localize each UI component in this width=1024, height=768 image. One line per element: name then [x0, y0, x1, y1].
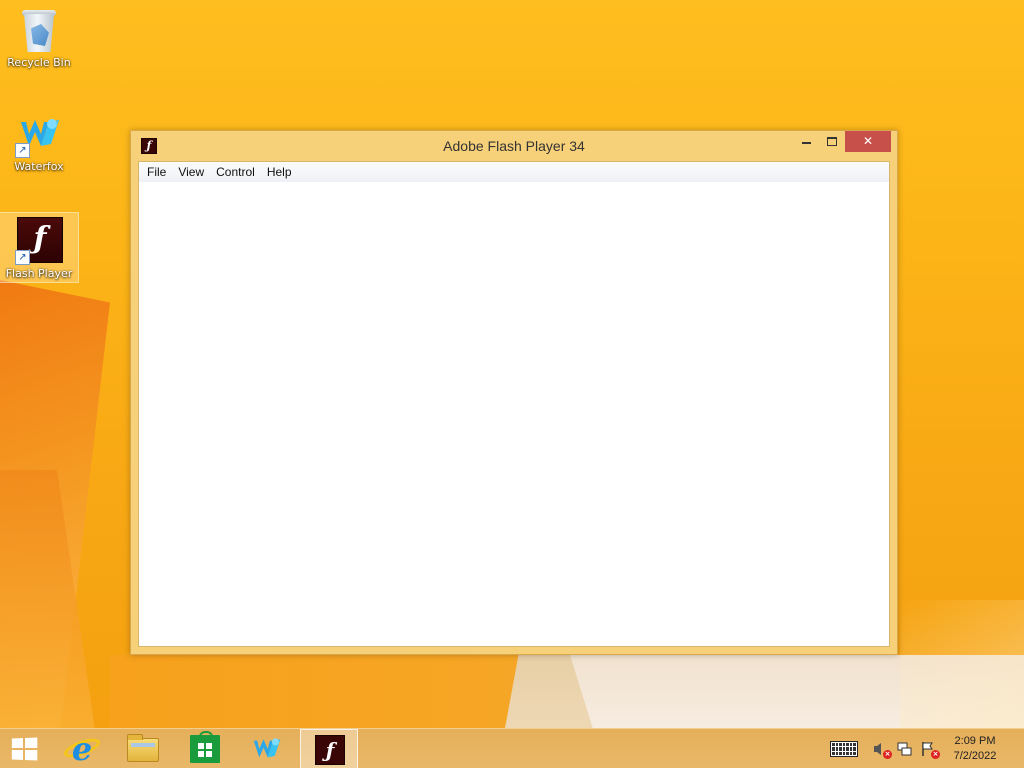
maximize-button[interactable]: [819, 131, 845, 152]
action-center-icon[interactable]: ×: [920, 741, 940, 759]
windows-logo-icon: [11, 737, 38, 761]
network-icon[interactable]: [896, 741, 914, 757]
taskbar-internet-explorer[interactable]: e: [52, 729, 110, 768]
desktop-icon-recycle-bin[interactable]: Recycle Bin: [0, 6, 78, 69]
close-icon: ✕: [862, 134, 874, 148]
clock[interactable]: 2:09 PM 7/2/2022: [940, 734, 1010, 764]
desktop-icon-flash-player[interactable]: ƒ ↗ Flash Player: [0, 212, 79, 283]
start-button[interactable]: [0, 729, 48, 768]
desktop-icon-label: Flash Player: [5, 267, 73, 280]
keyboard-icon[interactable]: [830, 741, 858, 757]
folder-icon: [127, 734, 159, 762]
taskbar-flash-player[interactable]: ƒ: [300, 729, 358, 768]
waterfox-icon: [253, 738, 281, 758]
menu-bar: File View Control Help: [139, 162, 889, 182]
menu-control[interactable]: Control: [210, 163, 261, 181]
minimize-icon: [801, 141, 811, 144]
menu-help[interactable]: Help: [261, 163, 298, 181]
desktop-icon-label: Recycle Bin: [7, 56, 71, 69]
wallpaper-fold-shadow: [0, 470, 95, 730]
desktop-icon-waterfox[interactable]: ↗ Waterfox: [0, 110, 78, 173]
flash-icon: ƒ: [315, 735, 345, 765]
wallpaper-bottom-mid: [505, 655, 595, 728]
taskbar-waterfox[interactable]: [238, 729, 296, 768]
window-title: Adobe Flash Player 34: [443, 138, 585, 154]
desktop[interactable]: Recycle Bin ↗ Waterfox ƒ ↗ Flash Player …: [0, 0, 1024, 768]
menu-file[interactable]: File: [141, 163, 172, 181]
wallpaper-glow: [900, 600, 1024, 728]
taskbar-store[interactable]: [176, 729, 234, 768]
desktop-icon-label: Waterfox: [14, 160, 64, 173]
wallpaper-bottom-band: [110, 655, 1024, 728]
recycle-bin-icon: [15, 6, 63, 54]
waterfox-icon: ↗: [15, 110, 63, 158]
shortcut-arrow-icon: ↗: [15, 250, 30, 265]
flash-player-window[interactable]: ƒ Adobe Flash Player 34 ✕ File View Cont…: [130, 130, 898, 655]
internet-explorer-icon: e: [71, 730, 93, 768]
volume-muted-icon[interactable]: ×: [872, 741, 892, 759]
player-content-area[interactable]: File View Control Help: [138, 161, 890, 647]
wallpaper-fold: [0, 280, 110, 730]
minimize-button[interactable]: [793, 131, 819, 152]
store-icon: [190, 731, 220, 763]
flash-player-icon: ƒ ↗: [15, 217, 63, 265]
taskbar-file-explorer[interactable]: [114, 729, 172, 768]
clock-date: 7/2/2022: [953, 750, 997, 762]
wallpaper-bottom-light: [570, 655, 1024, 728]
close-button[interactable]: ✕: [845, 131, 891, 152]
taskbar: e ƒ × × 2:09 PM 7/2/2022: [0, 728, 1024, 768]
system-tray: × × 2:09 PM 7/2/2022: [824, 729, 1024, 768]
shortcut-arrow-icon: ↗: [15, 143, 30, 158]
maximize-icon: [827, 137, 837, 146]
menu-view[interactable]: View: [172, 163, 210, 181]
title-bar[interactable]: ƒ Adobe Flash Player 34 ✕: [131, 131, 897, 161]
clock-time: 2:09 PM: [954, 735, 996, 747]
